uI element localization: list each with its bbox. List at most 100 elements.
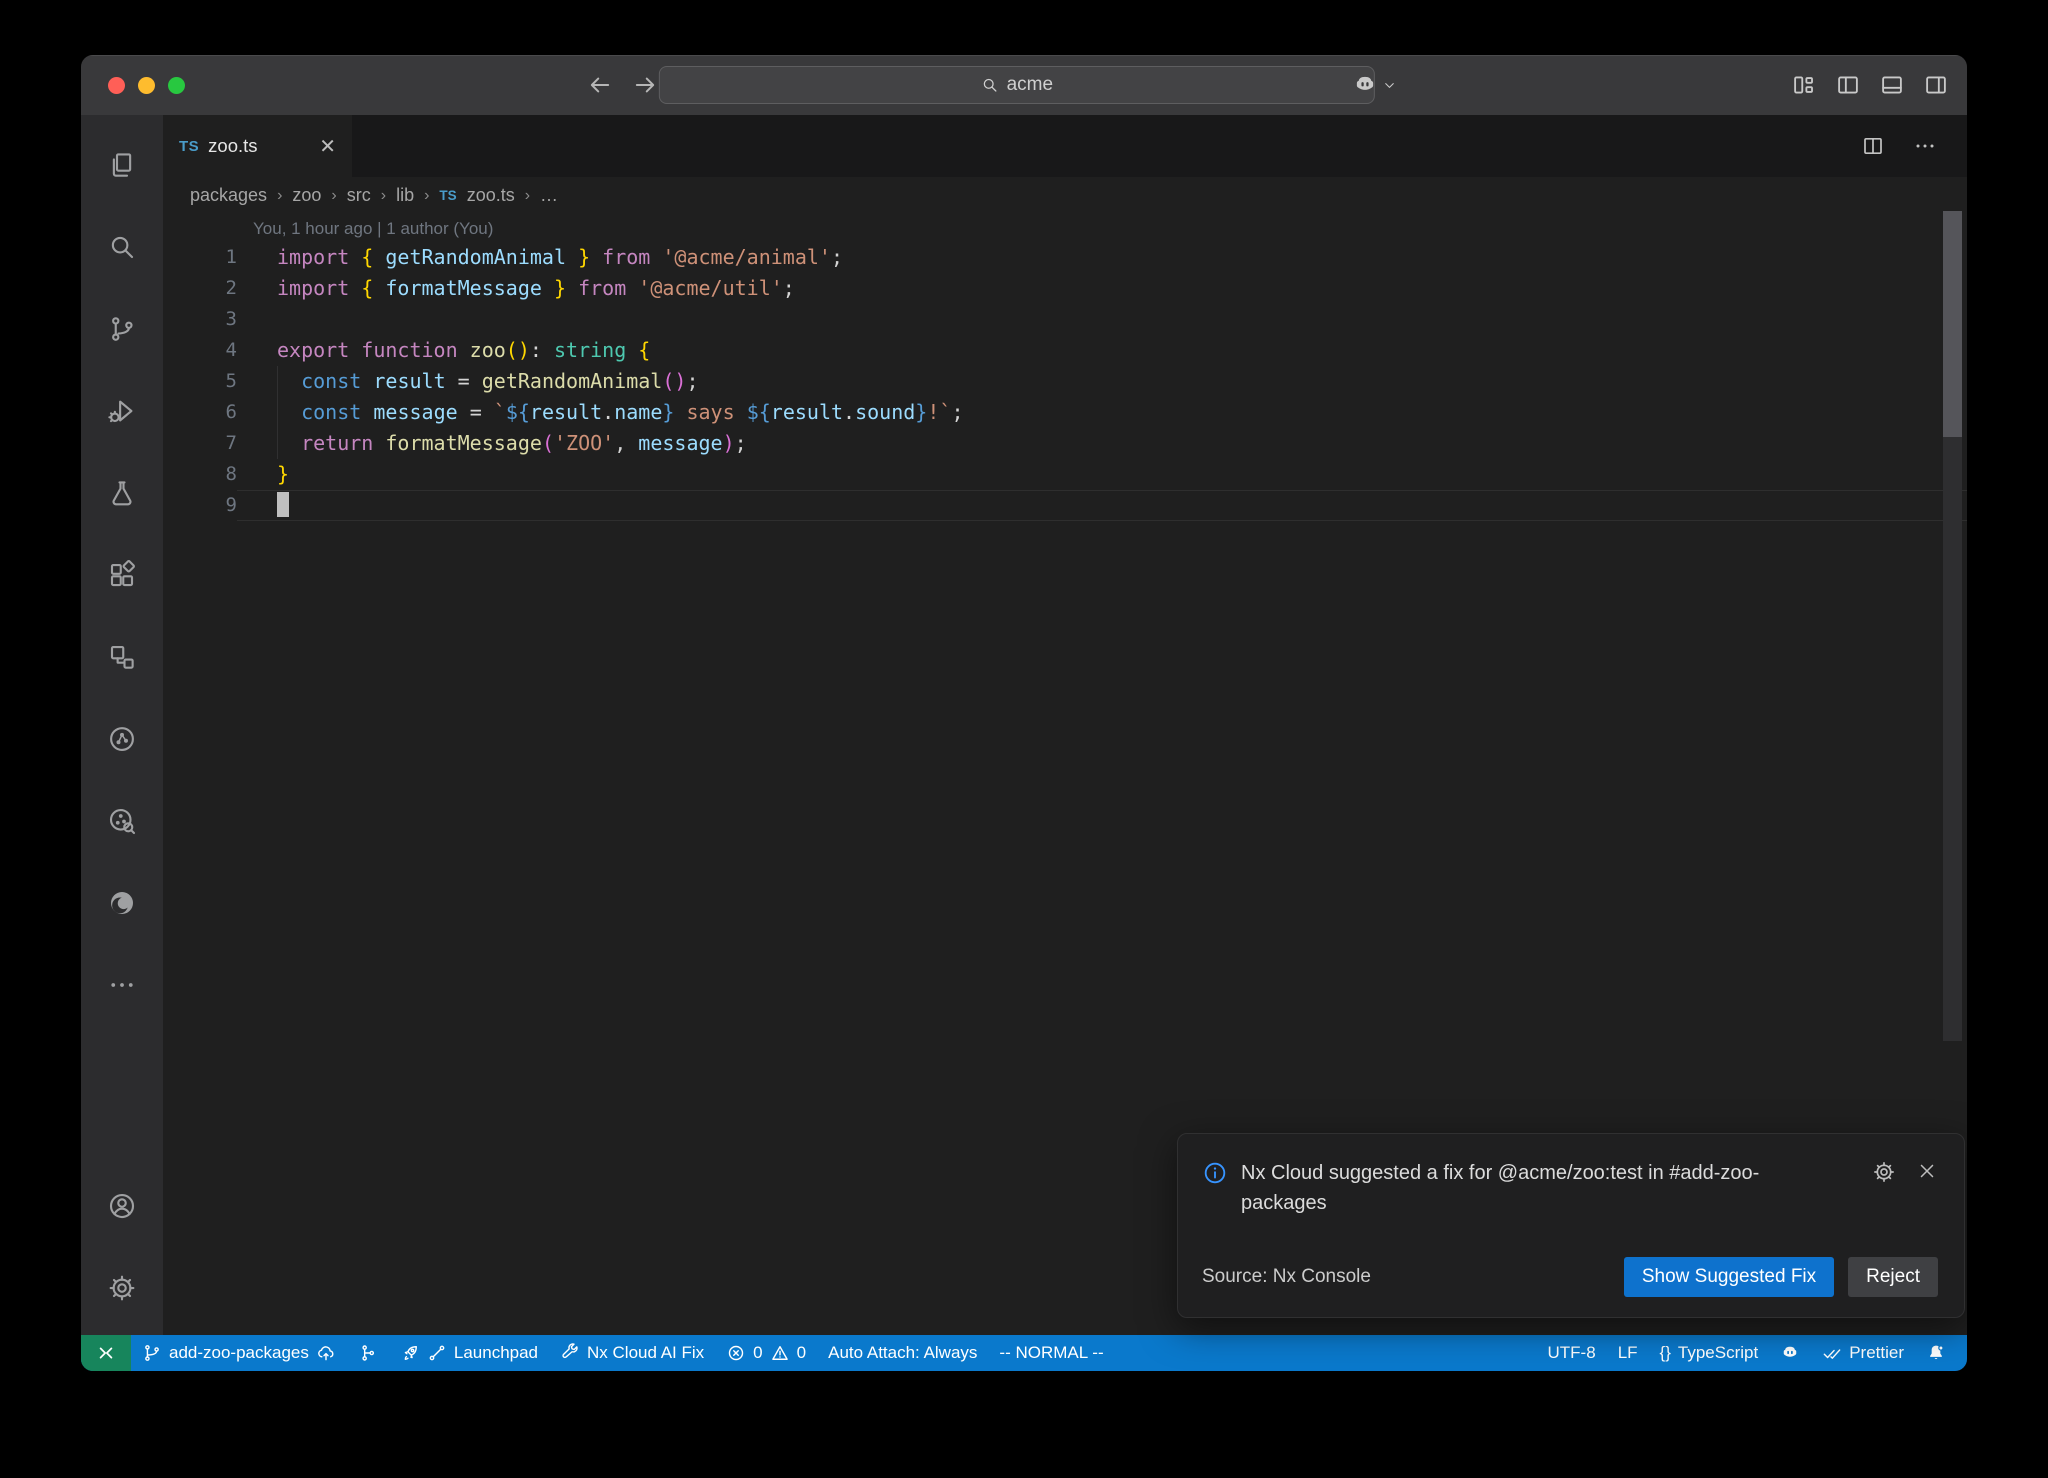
command-center-search[interactable]: acme [659,66,1375,104]
activity-bar-item-testing[interactable] [81,452,163,534]
line-number: 4 [163,335,237,366]
launchpad-label: Launchpad [454,1343,538,1363]
code-text [237,490,1967,521]
navigate-back-icon[interactable] [586,71,614,99]
activity-bar-item-nx-cloud[interactable] [81,780,163,862]
cloud-upload-icon [316,1343,336,1363]
activity-bar-item-source-control[interactable] [81,288,163,370]
status-bar-item-copilot-status[interactable] [1769,1335,1811,1371]
remote-icon [96,1343,116,1363]
error-circle-icon [726,1343,746,1363]
status-bar-item-encoding[interactable]: UTF-8 [1537,1335,1607,1371]
code-line-2[interactable]: 2import { formatMessage } from '@acme/ut… [163,273,1967,304]
minimize-window-button[interactable] [138,77,155,94]
line-number: 9 [163,490,237,521]
show-suggested-fix-button[interactable]: Show Suggested Fix [1624,1257,1834,1297]
activity-bar-item-nx-console[interactable] [81,698,163,780]
activity-bar-item-remote-explorer[interactable] [81,616,163,698]
status-bar-item-git-graph[interactable] [347,1335,389,1371]
tab-label: zoo.ts [208,135,257,157]
status-bar-item-formatter[interactable]: Prettier [1811,1335,1915,1371]
status-bar-item-notifications-bell[interactable] [1915,1335,1957,1371]
breadcrumb-item[interactable]: packages [190,185,267,206]
code-text: return formatMessage('ZOO', message); [237,428,1967,459]
status-bar-item-eol[interactable]: LF [1607,1335,1649,1371]
testing-icon [107,478,137,508]
notification-source: Source: Nx Console [1202,1266,1371,1288]
status-bar-item-auto-attach[interactable]: Auto Attach: Always [817,1335,988,1371]
breadcrumb-item[interactable]: zoo [292,185,321,206]
zoom-window-button[interactable] [168,77,185,94]
tab-close-icon[interactable]: ✕ [319,134,336,159]
language-mode-label: TypeScript [1678,1343,1758,1363]
layout-customize-icon[interactable] [1791,72,1817,98]
status-bar-item-nx-cloud-fix[interactable]: Nx Cloud AI Fix [549,1335,715,1371]
code-editor[interactable]: 1import { getRandomAnimal } from '@acme/… [163,242,1967,521]
git-branch-icon [142,1343,162,1363]
line-number: 7 [163,428,237,459]
extensions-icon [107,560,137,590]
vim-mode-label: -- NORMAL -- [999,1343,1103,1363]
close-window-button[interactable] [108,77,125,94]
formatter-label: Prettier [1849,1343,1904,1363]
tab-zoo-ts[interactable]: TS zoo.ts ✕ [163,115,352,177]
breadcrumb-item[interactable]: zoo.ts [467,185,515,206]
breadcrumb-item[interactable]: lib [396,185,414,206]
git-blame-annotation: You, 1 hour ago | 1 author (You) [253,217,1967,241]
layout-panel-icon[interactable] [1879,72,1905,98]
status-bar-item-language-mode[interactable]: {} TypeScript [1649,1335,1770,1371]
typescript-file-icon: TS [439,188,456,203]
traffic-lights [108,77,185,94]
code-line-9[interactable]: 9 [163,490,1967,521]
activity-bar-item-more-horizontal[interactable] [81,944,163,1026]
status-bar-item-problems[interactable]: 00 [715,1335,817,1371]
layout-sidebar-right-icon[interactable] [1923,72,1949,98]
problems-label: 0 [753,1343,762,1363]
layout-sidebar-left-icon[interactable] [1835,72,1861,98]
line-number: 8 [163,459,237,490]
code-text: const result = getRandomAnimal(); [237,366,1967,397]
scrollbar-thumb[interactable] [1943,211,1962,437]
code-line-5[interactable]: 5 const result = getRandomAnimal(); [163,366,1967,397]
activity-bar-item-account[interactable] [81,1165,163,1247]
problems-label: 0 [797,1343,806,1363]
more-horizontal-icon[interactable] [1913,134,1937,158]
copilot-icon[interactable] [1352,72,1378,98]
reject-button[interactable]: Reject [1848,1257,1938,1297]
breadcrumb-separator: › [331,187,336,205]
status-bar-item-vim-mode[interactable]: -- NORMAL -- [988,1335,1114,1371]
editor-scrollbar[interactable] [1943,211,1962,1041]
activity-bar-item-explorer[interactable] [81,124,163,206]
code-text: export function zoo(): string { [237,335,1967,366]
code-line-8[interactable]: 8} [163,459,1967,490]
activity-bar-item-search[interactable] [81,206,163,288]
double-check-icon [1822,1343,1842,1363]
breadcrumb-separator: › [424,187,429,205]
activity-bar-item-edge[interactable] [81,862,163,944]
breadcrumb-item[interactable]: … [540,185,558,206]
status-bar-item-launchpad[interactable]: Launchpad [389,1335,549,1371]
chevron-down-icon[interactable] [1382,78,1397,93]
activity-bar-item-run-debug[interactable] [81,370,163,452]
code-line-7[interactable]: 7 return formatMessage('ZOO', message); [163,428,1967,459]
language-mode-label: {} [1660,1343,1671,1363]
code-text [237,304,1967,335]
status-bar-item-git-branch[interactable]: add-zoo-packages [131,1335,347,1371]
notification-close-icon[interactable] [1916,1160,1938,1182]
status-bar-item-remote-indicator[interactable] [81,1335,131,1371]
code-line-6[interactable]: 6 const message = `${result.name} says $… [163,397,1967,428]
breadcrumb-item[interactable]: src [347,185,371,206]
breadcrumb-separator: › [277,187,282,205]
activity-bar-item-extensions[interactable] [81,534,163,616]
code-line-1[interactable]: 1import { getRandomAnimal } from '@acme/… [163,242,1967,273]
code-line-3[interactable]: 3 [163,304,1967,335]
notification-gear-icon[interactable] [1872,1160,1896,1184]
line-number: 3 [163,304,237,335]
encoding-label: UTF-8 [1548,1343,1596,1363]
split-editor-icon[interactable] [1861,134,1885,158]
vim-block-cursor [277,492,289,517]
command-center-text: acme [1007,74,1053,96]
activity-bar-item-settings-gear[interactable] [81,1247,163,1329]
navigate-forward-icon[interactable] [631,71,659,99]
code-line-4[interactable]: 4export function zoo(): string { [163,335,1967,366]
